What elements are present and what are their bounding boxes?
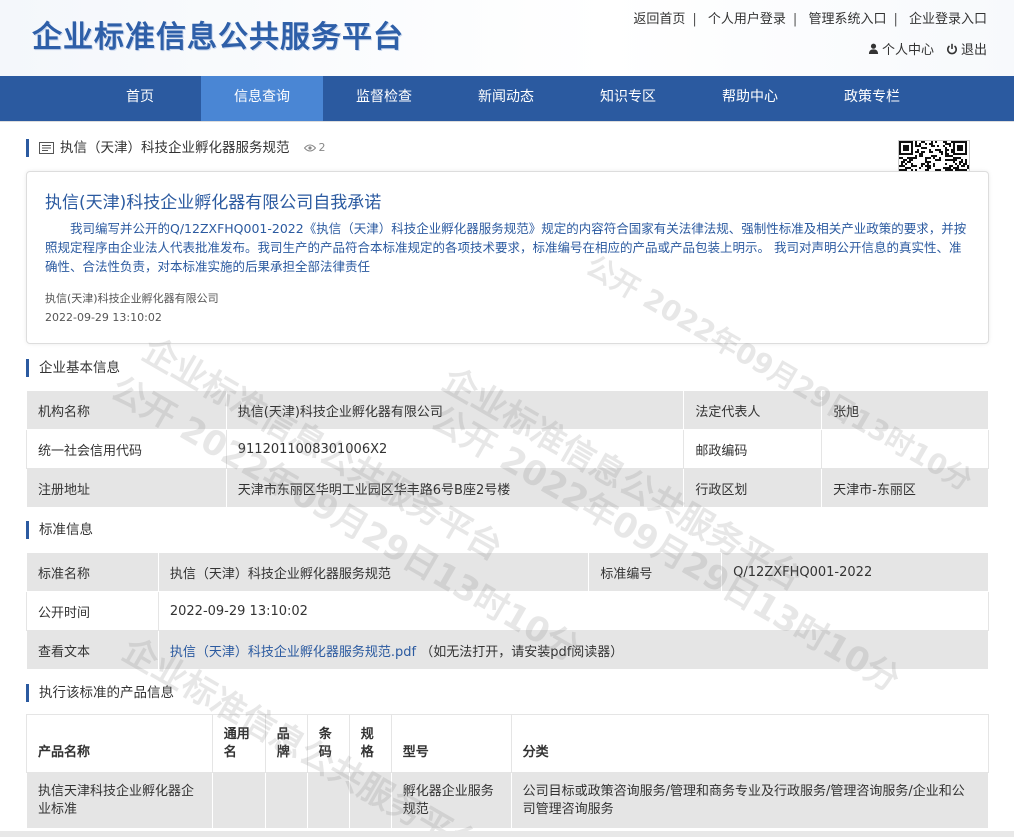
- district-value: 天津市-东丽区: [821, 468, 989, 508]
- std-number-value: Q/12ZXFHQ001-2022: [721, 552, 989, 592]
- enterprise-section-title: 企业基本信息: [26, 359, 120, 377]
- std-name-label: 标准名称: [26, 552, 159, 592]
- col-spec: 规格: [348, 714, 392, 773]
- products-section-title: 执行该标准的产品信息: [26, 684, 174, 702]
- product-brand: [264, 772, 308, 829]
- table-row: 机构名称 执信(天津)科技企业孵化器有限公司 法定代表人 张旭: [26, 390, 989, 430]
- col-barcode: 条码: [306, 714, 350, 773]
- view-count: 2: [303, 139, 326, 157]
- postcode-value: [821, 429, 989, 469]
- table-row: 注册地址 天津市东丽区华明工业园区华丰路6号B座2号楼 行政区划 天津市-东丽区: [26, 468, 989, 508]
- std-number-label: 标准编号: [588, 552, 723, 592]
- top-links: 返回首页 | 个人用户登录 | 管理系统入口 | 企业登录入口: [633, 12, 987, 27]
- col-model: 型号: [390, 714, 512, 773]
- table-header-row: 产品名称 通用名 品牌 条码 规格 型号 分类: [26, 714, 990, 773]
- district-label: 行政区划: [683, 468, 823, 508]
- personal-center-link[interactable]: 个人中心: [868, 39, 934, 58]
- product-barcode: [306, 772, 350, 829]
- std-text-label: 查看文本: [26, 630, 159, 670]
- doc-title-bar: 执信（天津）科技企业孵化器服务规范 2: [26, 139, 326, 157]
- pledge-date: 2022-09-29 13:10:02: [45, 311, 162, 324]
- doc-title: 执信（天津）科技企业孵化器服务规范: [60, 140, 290, 156]
- nav-item-info-query[interactable]: 信息查询: [201, 76, 323, 121]
- logout-link[interactable]: 退出: [946, 39, 987, 58]
- back-home-link[interactable]: 返回首页: [633, 12, 685, 27]
- nav-item-home[interactable]: 首页: [79, 76, 201, 121]
- col-product-name: 产品名称: [26, 714, 213, 773]
- product-model: 孵化器企业服务规范: [390, 772, 512, 829]
- table-row: 统一社会信用代码 9112011008301006X2 邮政编码: [26, 429, 989, 469]
- logout-label: 退出: [960, 43, 987, 58]
- product-spec: [348, 772, 392, 829]
- std-date-value: 2022-09-29 13:10:02: [157, 591, 990, 631]
- personal-center-label: 个人中心: [881, 43, 934, 58]
- legal-rep-value: 张旭: [821, 390, 989, 430]
- col-category: 分类: [510, 714, 990, 773]
- col-common-name: 通用名: [211, 714, 266, 773]
- address-label: 注册地址: [26, 468, 227, 508]
- table-row: 标准名称 执信（天津）科技企业孵化器服务规范 标准编号 Q/12ZXFHQ001…: [26, 552, 989, 592]
- main-nav: 首页 信息查询 监督检查 新闻动态 知识专区 帮助中心 政策专栏: [0, 76, 1014, 121]
- nav-item-supervision[interactable]: 监督检查: [323, 76, 445, 121]
- standard-info-table: 标准名称 执信（天津）科技企业孵化器服务规范 标准编号 Q/12ZXFHQ001…: [26, 552, 990, 670]
- pledge-company: 执信(天津)科技企业孵化器有限公司: [45, 292, 219, 305]
- pledge-card: 执信(天津)科技企业孵化器有限公司自我承诺 我司编写并公开的Q/12ZXFHQ0…: [26, 171, 989, 344]
- nav-item-policy[interactable]: 政策专栏: [811, 76, 933, 121]
- credit-code-value: 9112011008301006X2: [225, 429, 685, 469]
- pledge-body: 我司编写并公开的Q/12ZXFHQ001-2022《执信（天津）科技企业孵化器服…: [45, 221, 967, 274]
- std-date-label: 公开时间: [26, 591, 159, 631]
- postcode-label: 邮政编码: [683, 429, 823, 469]
- credit-code-label: 统一社会信用代码: [26, 429, 227, 469]
- org-name-label: 机构名称: [26, 390, 227, 430]
- table-row: 查看文本 执信（天津）科技企业孵化器服务规范.pdf （如无法打开，请安装pdf…: [26, 630, 990, 670]
- site-logo[interactable]: 企业标准信息公共服务平台: [32, 12, 404, 56]
- document-icon: [39, 142, 54, 154]
- eye-icon: [303, 144, 316, 152]
- enterprise-info-table: 机构名称 执信(天津)科技企业孵化器有限公司 法定代表人 张旭 统一社会信用代码…: [26, 390, 989, 508]
- nav-item-knowledge[interactable]: 知识专区: [567, 76, 689, 121]
- nav-item-help[interactable]: 帮助中心: [689, 76, 811, 121]
- view-count-value: 2: [318, 141, 326, 154]
- personal-login-link[interactable]: 个人用户登录: [708, 12, 786, 27]
- user-links: 个人中心 退出: [868, 39, 987, 58]
- product-name: 执信天津科技企业孵化器企业标准: [26, 772, 213, 829]
- site-header: 企业标准信息公共服务平台 返回首页 | 个人用户登录 | 管理系统入口 | 企业登录入…: [0, 0, 1014, 76]
- main-content: 执信（天津）科技企业孵化器服务规范 2 执信(天津)科技企业孵化器有限公司自我承…: [0, 121, 1014, 837]
- power-icon: [947, 43, 957, 54]
- products-table: 产品名称 通用名 品牌 条码 规格 型号 分类 执信天津科技企业孵化器企业标准 …: [26, 714, 990, 829]
- standard-section-title: 标准信息: [26, 521, 93, 539]
- table-row: 执信天津科技企业孵化器企业标准 孵化器企业服务规范 公司目标或政策咨询服务/管理…: [26, 772, 990, 829]
- std-name-value: 执信（天津）科技企业孵化器服务规范: [157, 552, 590, 592]
- legal-rep-label: 法定代表人: [683, 390, 823, 430]
- user-icon: [868, 43, 879, 54]
- enterprise-login-link[interactable]: 企业登录入口: [909, 12, 987, 27]
- pdf-note: （如无法打开，请安装pdf阅读器）: [420, 644, 624, 660]
- col-brand: 品牌: [264, 714, 308, 773]
- org-name-value: 执信(天津)科技企业孵化器有限公司: [225, 390, 685, 430]
- std-text-cell: 执信（天津）科技企业孵化器服务规范.pdf （如无法打开，请安装pdf阅读器）: [157, 630, 990, 670]
- bottom-strip: [0, 831, 1014, 837]
- admin-entry-link[interactable]: 管理系统入口: [808, 12, 886, 27]
- product-common-name: [211, 772, 266, 829]
- address-value: 天津市东丽区华明工业园区华丰路6号B座2号楼: [225, 468, 685, 508]
- nav-item-news[interactable]: 新闻动态: [445, 76, 567, 121]
- pledge-title: 执信(天津)科技企业孵化器有限公司自我承诺: [45, 193, 382, 213]
- pdf-link[interactable]: 执信（天津）科技企业孵化器服务规范.pdf: [170, 645, 416, 660]
- table-row: 公开时间 2022-09-29 13:10:02: [26, 591, 990, 631]
- product-category: 公司目标或政策咨询服务/管理和商务专业及行政服务/管理咨询服务/企业和公司管理咨…: [510, 772, 990, 829]
